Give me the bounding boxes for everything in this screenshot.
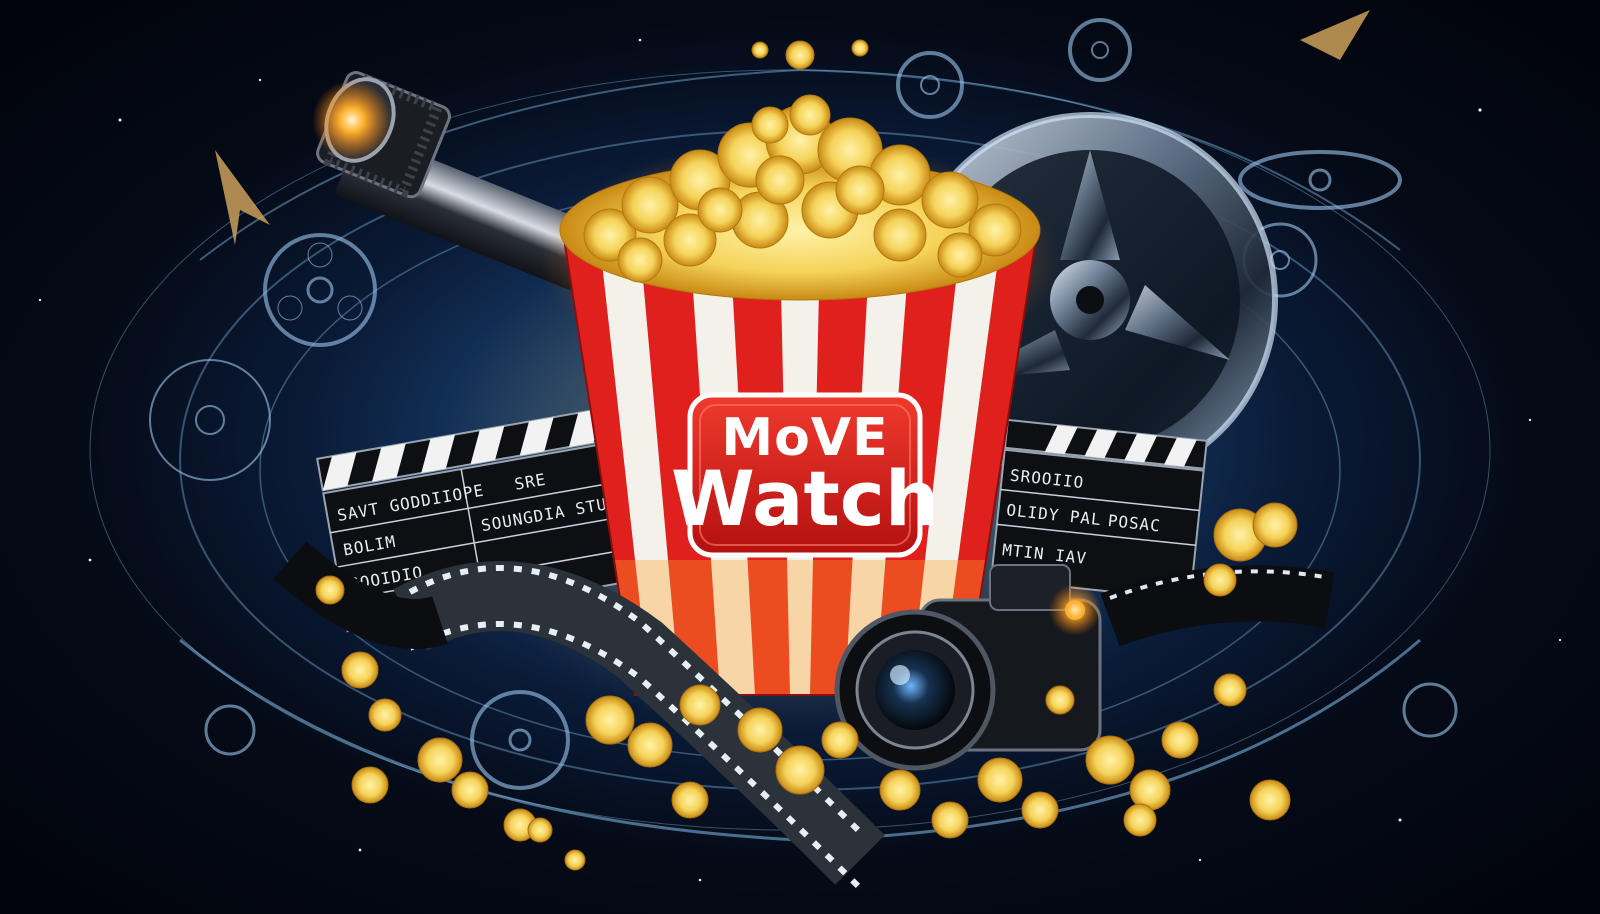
film-reel-icon xyxy=(1068,18,1132,82)
film-reel-icon xyxy=(1402,682,1458,738)
film-reel-icon xyxy=(1238,150,1402,210)
movie-watch-logo: MoVE Watch xyxy=(671,392,939,558)
popcorn-heap xyxy=(559,94,1041,301)
poster-illustration: SAVT GODDIIOPE SRE BOLIM SOUNGDIA STUTDI… xyxy=(38,10,1562,891)
film-reel-icon xyxy=(896,51,964,119)
film-reel-icon xyxy=(470,690,570,790)
logo-line-2: Watch xyxy=(671,454,939,543)
film-reel-icon xyxy=(149,359,271,481)
movie-poster-scene: SAVT GODDIIOPE SRE BOLIM SOUNGDIA STUTDI… xyxy=(0,0,1600,914)
film-reel-icon xyxy=(204,704,256,756)
